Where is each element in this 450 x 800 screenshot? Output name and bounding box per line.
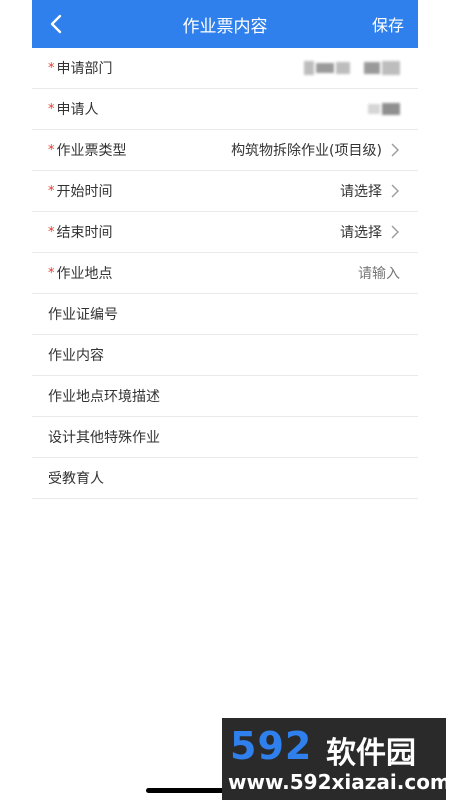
selected-value: 构筑物拆除作业(项目级): [231, 143, 382, 159]
label-text: 申请部门: [56, 61, 113, 77]
back-button[interactable]: [44, 12, 68, 36]
redacted-text: [304, 61, 400, 75]
form-row-special-work[interactable]: 设计其他特殊作业: [32, 417, 418, 458]
row-label: * 开始时间: [48, 181, 113, 201]
label-text: 设计其他特殊作业: [48, 430, 160, 446]
row-label: * 申请人: [48, 99, 99, 119]
row-label: * 作业地点: [48, 263, 113, 283]
form-row-work-content[interactable]: 作业内容: [32, 335, 418, 376]
form-row-permit-number[interactable]: 作业证编号: [32, 294, 418, 335]
chevron-right-icon: [391, 143, 399, 157]
form-row-end-time[interactable]: * 结束时间 请选择: [32, 212, 418, 253]
label-text: 作业地点环境描述: [48, 389, 160, 405]
label-text: 结束时间: [56, 225, 113, 241]
row-label: * 申请部门: [48, 58, 113, 78]
required-asterisk: *: [48, 265, 55, 281]
form-row-applicant[interactable]: * 申请人: [32, 89, 418, 130]
site-watermark: 592 软件园 www.592xiazai.com: [222, 718, 450, 800]
row-label: 设计其他特殊作业: [48, 427, 160, 447]
page-title: 作业票内容: [182, 16, 268, 37]
select-placeholder: 请选择: [340, 184, 382, 200]
chevron-right-icon: [391, 225, 399, 239]
label-text: 作业内容: [48, 348, 104, 364]
label-text: 开始时间: [56, 184, 113, 200]
label-text: 申请人: [56, 102, 99, 118]
screen: 作业票内容 保存 * 申请部门 * 申请人 * 作业票类型 构筑物拆除作业(项目…: [32, 0, 418, 800]
form-row-start-time[interactable]: * 开始时间 请选择: [32, 171, 418, 212]
form-row-location[interactable]: * 作业地点 请输入: [32, 253, 418, 294]
nav-bar: 作业票内容 保存: [32, 0, 418, 48]
label-text: 作业地点: [56, 266, 113, 282]
redacted-text: [368, 103, 400, 115]
required-asterisk: *: [48, 183, 55, 199]
label-text: 作业证编号: [48, 307, 118, 323]
input-placeholder: 请输入: [358, 266, 400, 282]
chevron-right-icon: [391, 184, 399, 198]
chevron-left-icon: [50, 14, 62, 34]
location-input[interactable]: 请输入: [358, 263, 400, 283]
watermark-name: 软件园: [326, 736, 416, 771]
applicant-value: [368, 103, 400, 115]
required-asterisk: *: [48, 101, 55, 117]
row-label: 作业内容: [48, 345, 104, 365]
form-row-environment[interactable]: 作业地点环境描述: [32, 376, 418, 417]
label-text: 作业票类型: [56, 143, 127, 159]
required-asterisk: *: [48, 60, 55, 76]
department-value: [304, 61, 400, 75]
row-label: * 作业票类型: [48, 140, 127, 160]
start-time-select[interactable]: 请选择: [340, 181, 400, 201]
form-row-trainees[interactable]: 受教育人: [32, 458, 418, 499]
row-label: 作业地点环境描述: [48, 386, 160, 406]
required-asterisk: *: [48, 142, 55, 158]
row-label: 受教育人: [48, 468, 104, 488]
row-label: * 结束时间: [48, 222, 113, 242]
form-row-ticket-type[interactable]: * 作业票类型 构筑物拆除作业(项目级): [32, 130, 418, 171]
form-row-department[interactable]: * 申请部门: [32, 48, 418, 89]
save-button[interactable]: 保存: [372, 12, 404, 36]
row-label: 作业证编号: [48, 304, 118, 324]
required-asterisk: *: [48, 224, 55, 240]
end-time-select[interactable]: 请选择: [340, 222, 400, 242]
ticket-form: * 申请部门 * 申请人 * 作业票类型 构筑物拆除作业(项目级) * 开始时间…: [32, 48, 418, 499]
ticket-type-select[interactable]: 构筑物拆除作业(项目级): [231, 140, 400, 160]
select-placeholder: 请选择: [340, 225, 382, 241]
watermark-url: www.592xiazai.com: [228, 770, 450, 794]
label-text: 受教育人: [48, 471, 104, 487]
watermark-brand: 592: [230, 724, 313, 768]
